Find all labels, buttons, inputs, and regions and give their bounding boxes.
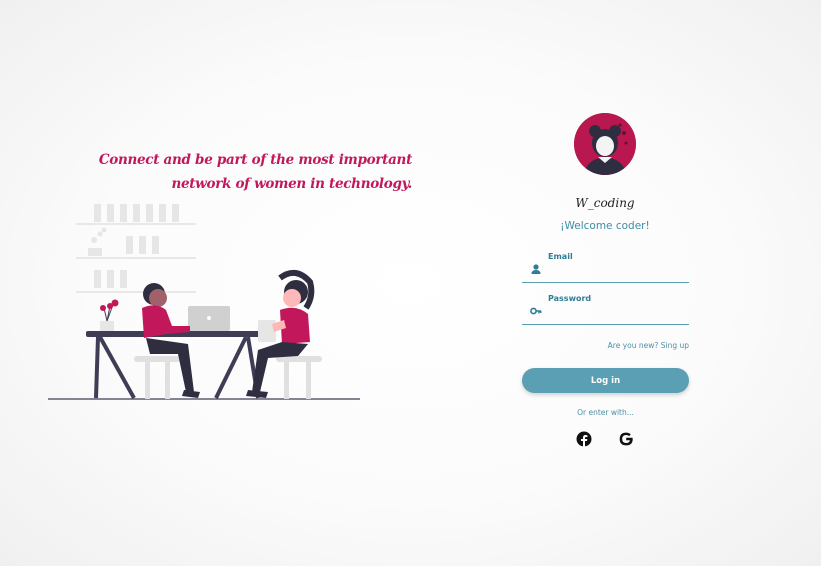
email-field[interactable]: Email (522, 252, 689, 283)
user-icon (531, 264, 541, 274)
signup-link[interactable]: Are you new? Sing up (522, 341, 689, 350)
avatar (574, 113, 636, 175)
coworking-illustration (48, 204, 360, 400)
password-field[interactable]: Password (522, 294, 689, 325)
or-enter-text: Or enter with... (577, 408, 634, 417)
login-page: Connect and be part of the most importan… (0, 0, 821, 566)
login-button[interactable]: Log in (522, 368, 689, 393)
google-icon[interactable] (618, 431, 634, 447)
key-icon (530, 307, 542, 315)
brand-name: W_coding (575, 196, 635, 210)
password-input[interactable] (548, 307, 684, 321)
email-input[interactable] (548, 265, 684, 279)
email-label: Email (548, 252, 573, 261)
hero-tagline: Connect and be part of the most importan… (98, 152, 412, 192)
facebook-icon[interactable] (576, 431, 592, 447)
password-label: Password (548, 294, 592, 303)
welcome-text: ¡Welcome coder! (560, 220, 650, 232)
